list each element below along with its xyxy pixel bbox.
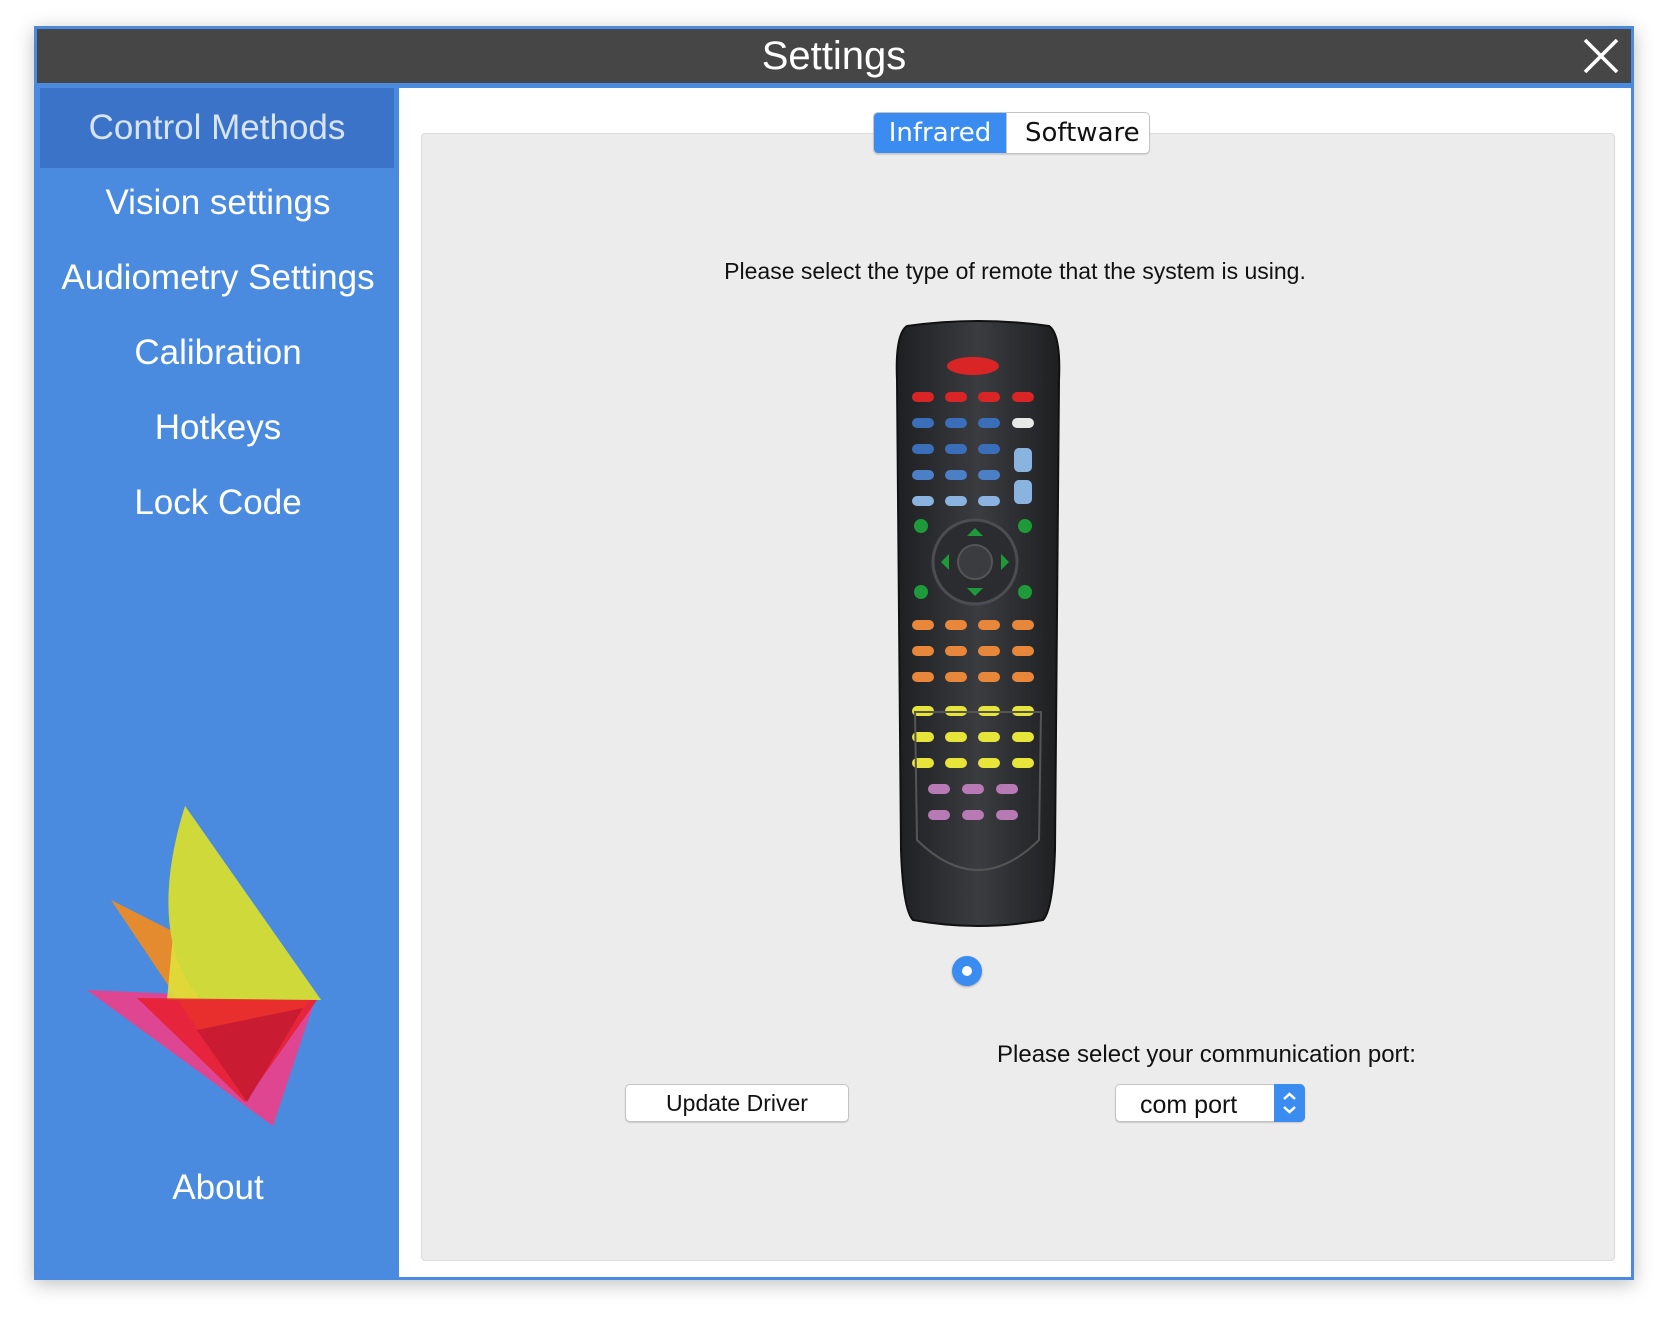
tab-software[interactable]: Software: [1006, 113, 1149, 153]
sidebar: Control Methods Vision settings Audiomet…: [37, 88, 399, 1277]
com-port-select[interactable]: com port: [1115, 1084, 1305, 1122]
app-logo: [87, 806, 321, 1126]
content-area: Infrared Software Please select the type…: [399, 88, 1631, 1277]
sidebar-item-calibration[interactable]: Calibration: [37, 313, 399, 393]
sidebar-item-vision-settings[interactable]: Vision settings: [37, 163, 399, 243]
method-segmented-control: Infrared Software: [873, 112, 1150, 154]
window-title: Settings: [761, 34, 907, 78]
sidebar-item-control-methods[interactable]: Control Methods: [40, 88, 394, 168]
settings-window: Settings Control Methods Vision settings…: [34, 26, 1634, 1280]
port-prompt: Please select your communication port:: [997, 1041, 1416, 1068]
sidebar-item-hotkeys[interactable]: Hotkeys: [37, 388, 399, 468]
title-bar: Settings: [37, 29, 1631, 88]
sidebar-item-lock-code[interactable]: Lock Code: [37, 463, 399, 543]
com-port-value: com port: [1140, 1091, 1238, 1119]
remote-control-image: [895, 320, 1061, 927]
remote-select-radio[interactable]: [952, 956, 982, 986]
sidebar-item-about[interactable]: About: [37, 1148, 399, 1228]
update-driver-button[interactable]: Update Driver: [625, 1084, 849, 1122]
remote-type-prompt: Please select the type of remote that th…: [724, 258, 1306, 284]
close-icon[interactable]: [1581, 36, 1621, 76]
tab-infrared[interactable]: Infrared: [874, 113, 1006, 153]
updown-chevron-icon: [1274, 1084, 1305, 1122]
sidebar-item-audiometry-settings[interactable]: Audiometry Settings: [37, 238, 399, 318]
